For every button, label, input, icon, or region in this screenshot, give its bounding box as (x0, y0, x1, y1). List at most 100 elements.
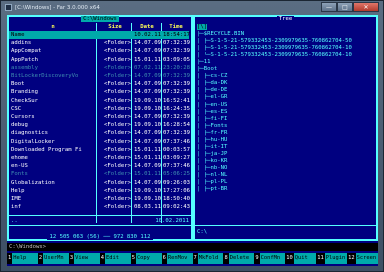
fkey-5[interactable]: 5 Copy (130, 253, 162, 264)
file-size: <Folder> (104, 138, 131, 145)
file-row[interactable]: diagnostics <Folder> 14.07.09 07:32:39 (9, 129, 190, 137)
tree-node[interactable]: │ ├─S-1-5-21-579332453-2309979635-760862… (197, 38, 377, 45)
file-name: Downloaded Program Fi (11, 146, 82, 153)
file-row[interactable]: en-US <Folder> 14.07.09 07:37:46 (9, 162, 190, 170)
command-line[interactable]: C:\Windows> (7, 243, 378, 251)
fkey-12[interactable]: 12 Screen (347, 253, 379, 264)
fkey-6[interactable]: 6 RenMov (161, 253, 193, 264)
column-header-size[interactable]: Size (99, 23, 131, 31)
file-time: 07:32:39 (163, 48, 190, 55)
file-size: <Folder> (104, 105, 131, 112)
file-date: 14.07.09 (134, 48, 161, 55)
column-header-name[interactable]: n (11, 23, 95, 31)
file-row[interactable]: CSC <Folder> 19.09.10 16:24:35 (9, 105, 190, 113)
file-row[interactable]: Branding <Folder> 14.07.09 07:32:39 (9, 88, 190, 96)
tree-node[interactable]: ├─Boot (197, 66, 377, 73)
file-row[interactable]: addins <Folder> 14.07.09 07:32:39 (9, 39, 190, 47)
tree-node[interactable]: │ ├─pt-BR (197, 186, 377, 193)
file-name: DigitalLocker (11, 138, 55, 145)
command-prompt: C:\Windows> (9, 244, 47, 250)
tree-node-label: ├─$RECYCLE.BIN (197, 31, 245, 38)
file-row[interactable]: IME <Folder> 19.09.10 18:50:40 (9, 195, 190, 203)
file-row[interactable]: AppCompat <Folder> 14.07.09 07:32:39 (9, 47, 190, 55)
file-row[interactable]: Boot <Folder> 14.07.09 07:32:39 (9, 80, 190, 88)
file-row[interactable]: debug <Folder> 19.09.10 16:28:54 (9, 121, 190, 129)
tree-node[interactable]: │ ├─el-GR (197, 94, 377, 101)
file-row[interactable]: AppPatch <Folder> 15.01.11 03:09:05 (9, 56, 190, 64)
fkey-9[interactable]: 9 ConfMn (254, 253, 286, 264)
fkey-3[interactable]: 3 View (68, 253, 100, 264)
file-row[interactable]: Cursors <Folder> 14.07.09 07:32:39 (9, 113, 190, 121)
file-row[interactable]: BitLockerDiscoveryVo <Folder> 14.07.09 07:3… (9, 72, 190, 80)
file-row[interactable]: Downloaded Program Fi <Folder> 15.01.11 00:… (9, 146, 190, 154)
panel-divider (195, 225, 376, 226)
tree-node[interactable]: │ ├─cs-CZ (197, 73, 377, 80)
tree-node-label: │ ├─S-1-5-21-579332453-2309979635-760862… (197, 45, 352, 52)
file-time: 05:06:25 (163, 171, 190, 178)
tree-node[interactable]: │ ├─ja-JP (197, 151, 377, 158)
tree-node[interactable]: │ ├─nb-NO (197, 165, 377, 172)
close-button[interactable]: ✕ (353, 2, 379, 12)
tree-node[interactable]: │ ├─en-US (197, 102, 377, 109)
file-name: Help (11, 187, 25, 194)
column-header-date[interactable]: Date (133, 23, 161, 31)
folder-tree: [\] ├─$RECYCLE.BIN │ ├─S-1-5-21-579332453-… (197, 24, 377, 193)
fkey-7[interactable]: 7 MkFold (192, 253, 224, 264)
file-row[interactable]: inf <Folder> 08.03.11 09:02:43 (9, 203, 190, 211)
file-size: <Folder> (104, 40, 131, 47)
file-row[interactable]: Name 10.02.11 18:54:17 (9, 31, 190, 40)
title-bar: [C:\Windows] - Far 3.0.000 x64 — □ ✕ (1, 1, 383, 14)
tree-node-label: │ ├─it-IT (197, 143, 228, 150)
file-time: 07:32:39 (163, 40, 190, 47)
file-row[interactable]: DigitalLocker <Folder> 14.07.09 07:37:46 (9, 138, 190, 146)
file-date: 19.09.10 (134, 187, 161, 194)
fkey-label: ConfMn (259, 253, 286, 264)
tree-node[interactable]: ├─11 (197, 59, 377, 66)
tree-node[interactable]: │ ├─Fonts (197, 123, 377, 130)
tree-node[interactable]: │ ├─S-1-5-21-579332453-2309979635-760862… (197, 45, 377, 52)
fkey-1[interactable]: 1 Help (7, 253, 38, 264)
tree-node[interactable]: │ ├─hu-HU (197, 137, 377, 144)
file-row[interactable]: assembly <Folder> 07.02.11 23:20:28 (9, 64, 190, 72)
minimize-button[interactable]: — (321, 2, 337, 12)
fkey-label: Plugin (324, 253, 348, 264)
tree-node-label: [\] (197, 24, 208, 30)
function-key-bar: 1 Help 2 UserMn 3 View 4 Edit 5 Copy 6 RenMov 7 MkFol… (7, 253, 379, 264)
tree-node[interactable]: │ ├─fr-FR (197, 130, 377, 137)
tree-node[interactable]: │ ├─fi-FI (197, 116, 377, 123)
tree-node[interactable]: │ ├─da-DK (197, 80, 377, 87)
current-item-status: .. 10.02.2011 (9, 217, 191, 225)
left-file-panel[interactable]: C:\Windows n Size Date Time Name 10.02.11… (7, 15, 193, 241)
tree-node[interactable]: │ ├─de-DE (197, 87, 377, 94)
tree-node-label: │ ├─da-DK (197, 80, 228, 87)
tree-node[interactable]: │ ├─ko-KR (197, 158, 377, 165)
fkey-2[interactable]: 2 UserMn (37, 253, 69, 264)
file-date: 19.09.10 (134, 97, 161, 104)
file-date: 15.01.11 (134, 155, 161, 161)
file-row[interactable]: CheckSur <Folder> 19.09.10 16:52:41 (9, 97, 190, 105)
tree-node[interactable]: │ ├─pl-PL (197, 179, 377, 186)
tree-node[interactable]: ├─$RECYCLE.BIN (197, 31, 377, 38)
fkey-4[interactable]: 4 Edit (99, 253, 131, 264)
fkey-8[interactable]: 8 Delete (223, 253, 255, 264)
file-row[interactable]: Help <Folder> 19.09.10 17:27:06 (9, 187, 190, 195)
file-row[interactable]: Fonts <Folder> 15.01.11 05:06:25 (9, 170, 190, 178)
file-time: 07:37:46 (163, 138, 190, 145)
file-date: 14.07.09 (134, 179, 161, 186)
tree-node[interactable]: │ ├─nl-NL (197, 172, 377, 179)
tree-node-label: │ ├─ja-JP (197, 150, 228, 157)
maximize-button[interactable]: □ (337, 2, 353, 12)
file-row[interactable]: Globalization <Folder> 14.07.09 09:26:03 (9, 179, 190, 187)
column-header-time[interactable]: Time (163, 23, 189, 31)
right-tree-panel[interactable]: Tree [\] ├─$RECYCLE.BIN │ ├─S-1-5-21-57933… (193, 15, 378, 241)
tree-node[interactable]: [\] (197, 24, 377, 31)
file-time: 09:02:43 (163, 204, 190, 211)
file-date: 19.09.10 (134, 196, 161, 202)
tree-node[interactable]: │ ├─it-IT (197, 144, 377, 151)
file-row[interactable]: ehome <Folder> 15.01.11 03:09:27 (9, 154, 190, 162)
fkey-10[interactable]: 10 Quit (285, 253, 317, 264)
tree-node-label: │ ├─fr-FR (197, 129, 228, 136)
tree-node[interactable]: │ ├─es-ES (197, 109, 377, 116)
tree-node[interactable]: │ └─S-1-5-21-579332453-2309979635-760862… (197, 52, 377, 59)
fkey-11[interactable]: 11 Plugin (316, 253, 348, 264)
